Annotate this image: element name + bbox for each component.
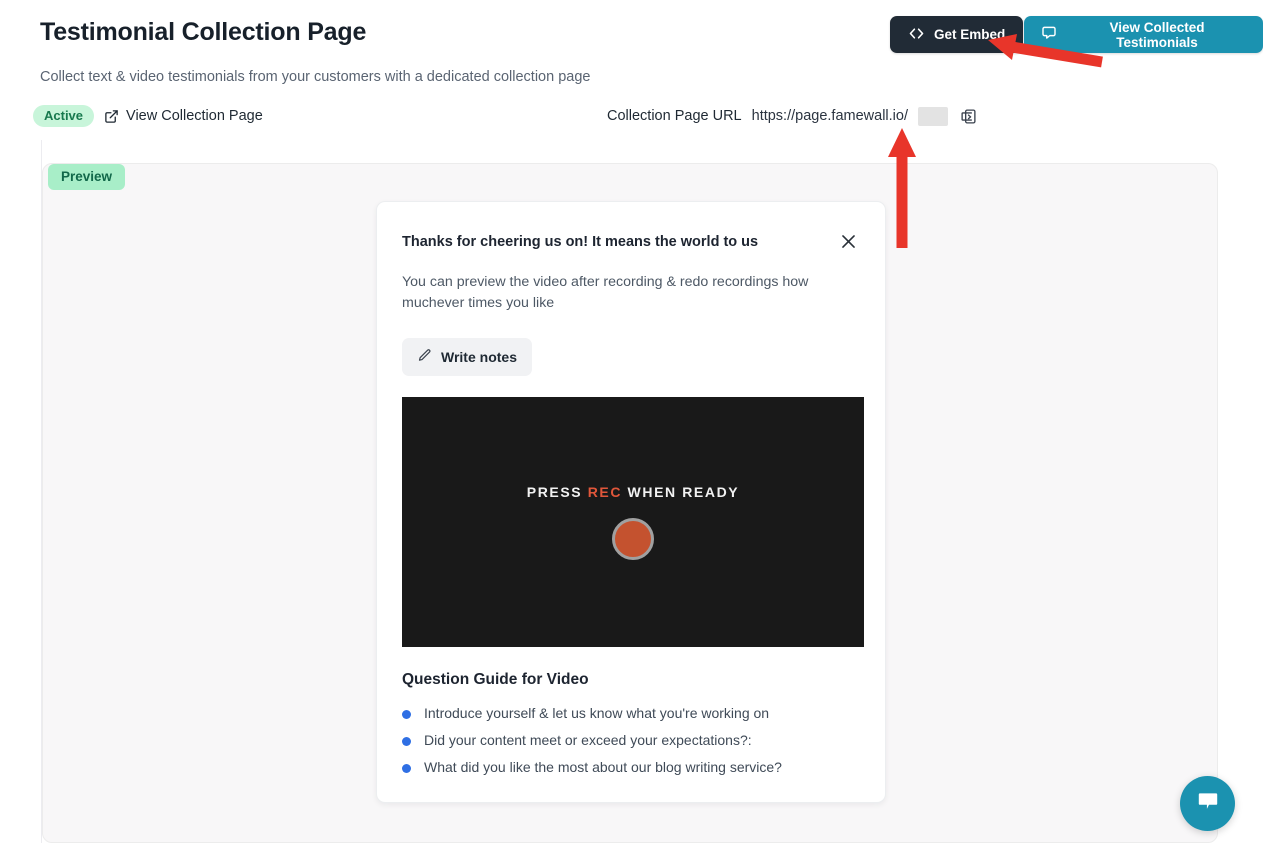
question-guide-title: Question Guide for Video: [402, 671, 589, 689]
view-collection-page-link[interactable]: View Collection Page: [104, 108, 263, 124]
code-icon: [908, 25, 925, 45]
testimonial-preview-card: Thanks for cheering us on! It means the …: [376, 201, 886, 803]
record-prompt: PRESS REC WHEN READY: [527, 484, 739, 500]
question-text: Did your content meet or exceed your exp…: [424, 732, 752, 749]
status-row: Active View Collection Page: [33, 105, 263, 127]
video-recorder-area[interactable]: PRESS REC WHEN READY: [402, 397, 864, 648]
question-guide-list: Introduce yourself & let us know what yo…: [402, 705, 860, 775]
bullet-icon: [402, 710, 411, 720]
external-link-icon: [104, 109, 119, 124]
chat-bubble-icon: [1195, 788, 1221, 819]
question-text: Introduce yourself & let us know what yo…: [424, 705, 770, 722]
card-header: Thanks for cheering us on! It means the …: [402, 202, 860, 253]
list-item: Introduce yourself & let us know what yo…: [402, 705, 860, 721]
write-notes-button[interactable]: Write notes: [402, 338, 532, 377]
record-prompt-suffix: WHEN READY: [622, 484, 740, 501]
record-prompt-rec: REC: [587, 484, 623, 501]
chat-bubble-icon: [1040, 24, 1058, 45]
bullet-icon: [402, 737, 411, 747]
chat-widget-button[interactable]: [1180, 776, 1235, 831]
question-text: What did you like the most about our blo…: [424, 759, 782, 776]
get-embed-button[interactable]: Get Embed: [890, 16, 1024, 53]
view-collected-testimonials-label: View Collected Testimonials: [1109, 19, 1205, 50]
clipboard-copy-icon[interactable]: [958, 106, 978, 126]
write-notes-label: Write notes: [441, 349, 517, 366]
record-prompt-prefix: PRESS: [526, 484, 588, 501]
view-collected-testimonials-button[interactable]: View Collected Testimonials: [1024, 16, 1263, 53]
bullet-icon: [402, 764, 411, 774]
get-embed-label: Get Embed: [934, 27, 1006, 42]
status-badge: Active: [33, 105, 95, 127]
redacted-slug: [918, 106, 948, 126]
page-subtitle: Collect text & video testimonials from y…: [40, 69, 591, 85]
card-description: You can preview the video after recordin…: [402, 274, 809, 311]
collection-page-url-value: https://page.famewall.io/: [751, 108, 908, 124]
view-collection-page-label: View Collection Page: [126, 108, 263, 124]
record-button[interactable]: [612, 518, 654, 561]
close-icon[interactable]: [836, 229, 860, 253]
list-item: Did your content meet or exceed your exp…: [402, 732, 860, 748]
collection-page-url: Collection Page URL https://page.famewal…: [607, 106, 978, 126]
app-root: Testimonial Collection Page Collect text…: [0, 0, 1263, 843]
page-title: Testimonial Collection Page: [40, 18, 367, 46]
pencil-icon: [417, 348, 432, 366]
preview-badge: Preview: [48, 164, 126, 190]
list-item: What did you like the most about our blo…: [402, 759, 860, 775]
collection-page-url-label: Collection Page URL: [607, 108, 742, 124]
card-title: Thanks for cheering us on! It means the …: [402, 234, 759, 250]
